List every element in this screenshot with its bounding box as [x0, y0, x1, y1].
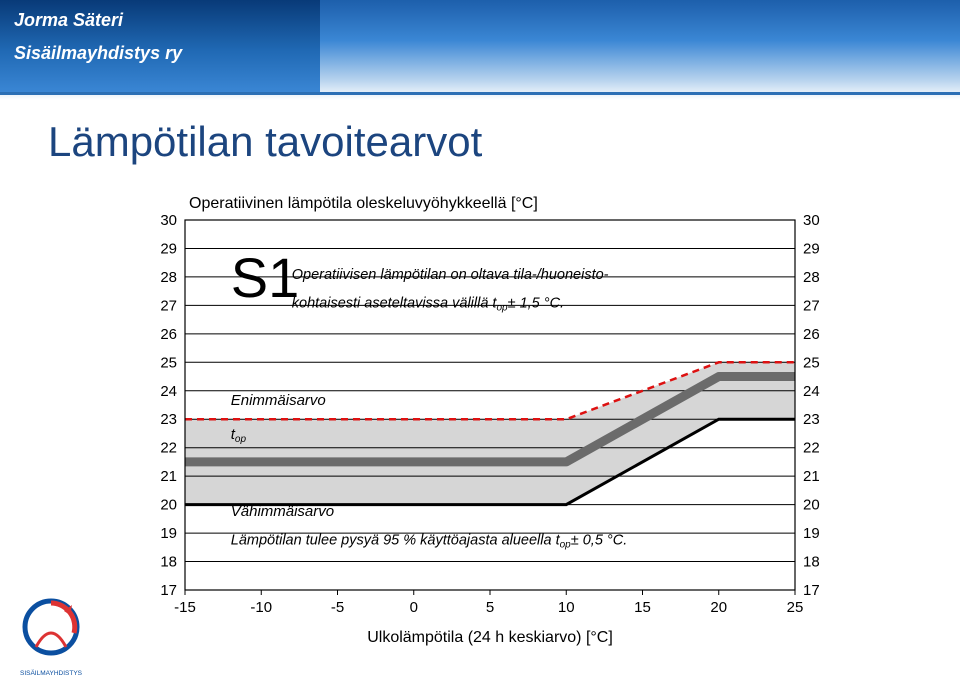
svg-text:28: 28 [160, 269, 177, 286]
svg-text:10: 10 [558, 599, 575, 616]
svg-text:S1: S1 [231, 246, 300, 309]
svg-text:20: 20 [710, 599, 727, 616]
svg-text:kohtaisesti aseteltavissa väli: kohtaisesti aseteltavissa välillä top± 1… [292, 295, 564, 313]
svg-text:21: 21 [803, 468, 820, 485]
svg-text:Ulkolämpötila (24 h keskiarvo): Ulkolämpötila (24 h keskiarvo) [°C] [367, 629, 613, 646]
header-box: Jorma Säteri Sisäilmayhdistys ry [0, 0, 320, 92]
svg-text:25: 25 [787, 599, 804, 616]
svg-text:22: 22 [803, 440, 820, 457]
svg-text:17: 17 [160, 582, 177, 599]
header-rule [0, 92, 960, 95]
svg-text:28: 28 [803, 269, 820, 286]
svg-text:27: 27 [803, 297, 820, 314]
author-name: Jorma Säteri [14, 10, 306, 31]
svg-text:-5: -5 [331, 599, 344, 616]
org-name: Sisäilmayhdistys ry [14, 43, 306, 64]
svg-text:26: 26 [160, 326, 177, 343]
chart-svg: 17 17 18 18 19 19 20 20 21 21 22 22 23 23 24 24 25 25 26 26… [130, 190, 850, 650]
svg-text:25: 25 [160, 354, 177, 371]
svg-text:20: 20 [160, 497, 177, 514]
svg-text:17: 17 [803, 582, 820, 599]
svg-text:29: 29 [160, 240, 177, 257]
svg-text:Operatiivinen lämpötila oleske: Operatiivinen lämpötila oleskeluvyöhykke… [189, 195, 538, 212]
svg-text:15: 15 [634, 599, 651, 616]
svg-text:26: 26 [803, 326, 820, 343]
svg-text:19: 19 [160, 525, 177, 542]
page-title: Lämpötilan tavoitearvot [48, 118, 482, 166]
svg-text:18: 18 [160, 554, 177, 571]
svg-text:27: 27 [160, 297, 177, 314]
chart: 17 17 18 18 19 19 20 20 21 21 22 22 23 23 24 24 25 25 26 26… [130, 190, 850, 650]
svg-text:23: 23 [160, 411, 177, 428]
logo: SISÄILMAYHDISTYS [16, 593, 86, 683]
svg-text:30: 30 [803, 212, 820, 229]
svg-text:5: 5 [486, 599, 494, 616]
logo-caption: SISÄILMAYHDISTYS [20, 669, 83, 677]
svg-text:0: 0 [410, 599, 418, 616]
svg-text:18: 18 [803, 554, 820, 571]
svg-text:30: 30 [160, 212, 177, 229]
svg-text:25: 25 [803, 354, 820, 371]
svg-text:20: 20 [803, 497, 820, 514]
svg-text:23: 23 [803, 411, 820, 428]
svg-text:Enimmäisarvo: Enimmäisarvo [231, 392, 326, 409]
svg-text:24: 24 [803, 383, 820, 400]
svg-text:-15: -15 [174, 599, 196, 616]
svg-text:22: 22 [160, 440, 177, 457]
svg-text:24: 24 [160, 383, 177, 400]
svg-text:29: 29 [803, 240, 820, 257]
svg-text:Vähimmäisarvo: Vähimmäisarvo [231, 503, 334, 520]
svg-text:19: 19 [803, 525, 820, 542]
svg-text:21: 21 [160, 468, 177, 485]
svg-text:-10: -10 [250, 599, 272, 616]
svg-text:Operatiivisen lämpötilan on ol: Operatiivisen lämpötilan on oltava tila-… [292, 267, 609, 283]
